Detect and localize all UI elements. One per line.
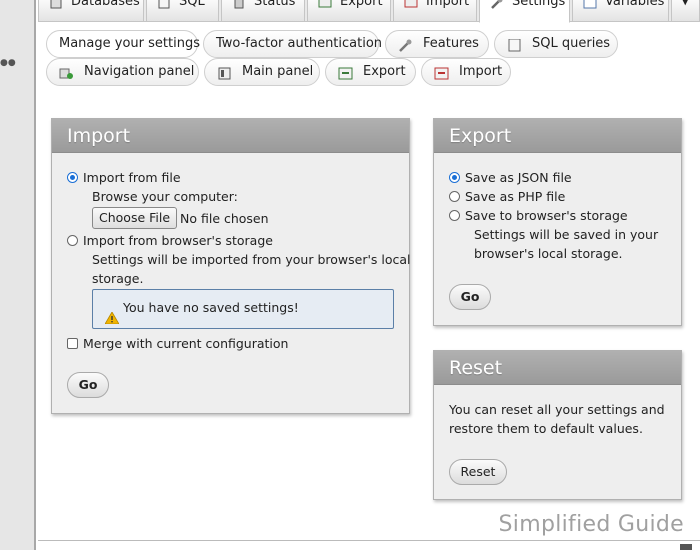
reset-button[interactable]: Reset — [449, 459, 507, 485]
browse-label: Browse your computer: — [92, 189, 238, 204]
save-storage-radio[interactable] — [449, 210, 460, 221]
sql-icon — [157, 0, 173, 9]
subtab-main-panel[interactable]: Main panel — [204, 58, 320, 86]
tab-import[interactable]: Import — [393, 0, 477, 22]
subtab-label: Export — [363, 64, 406, 79]
subtab-navigation-panel[interactable]: Navigation panel — [46, 58, 199, 86]
storage-desc-line2: storage. — [92, 271, 144, 286]
save-php-label: Save as PHP file — [465, 189, 566, 204]
export-icon — [338, 64, 353, 80]
more-tabs-button[interactable]: ▼ — [671, 0, 700, 22]
no-file-label: No file chosen — [180, 211, 269, 226]
tab-settings[interactable]: Settings — [479, 0, 570, 23]
storage-desc-line1: Settings will be imported from your brow… — [92, 252, 411, 267]
import-from-file-option[interactable]: Import from file — [67, 170, 181, 185]
save-php-radio[interactable] — [449, 191, 460, 202]
tab-databases[interactable]: Databases — [38, 0, 144, 22]
subtab-label: Import — [459, 64, 503, 79]
subtab-sql-queries[interactable]: SQL queries — [494, 30, 618, 58]
export-panel: Export Save as JSON file Save as PHP fil… — [433, 118, 682, 326]
reset-desc-line1: You can reset all your settings and — [449, 402, 665, 417]
tab-status[interactable]: Status — [221, 0, 305, 22]
wrench-icon — [490, 0, 506, 9]
main-panel-icon — [217, 64, 232, 80]
subtab-export[interactable]: Export — [325, 58, 416, 86]
import-from-file-label: Import from file — [83, 170, 181, 185]
reset-panel-title: Reset — [434, 351, 681, 385]
collapse-handle-icon[interactable]: ●● — [0, 59, 16, 68]
export-desc-line1: Settings will be saved in your — [474, 227, 659, 242]
subtab-label: Features — [423, 36, 479, 51]
import-icon — [404, 0, 420, 9]
database-icon — [49, 0, 65, 9]
export-go-button[interactable]: Go — [449, 284, 491, 310]
import-icon — [434, 64, 449, 80]
subtab-label: Manage your settings — [59, 36, 200, 51]
wrench-icon — [398, 36, 413, 52]
subtab-import[interactable]: Import — [421, 58, 511, 86]
export-panel-title: Export — [434, 119, 681, 153]
status-icon — [232, 0, 248, 9]
import-from-storage-option[interactable]: Import from browser's storage — [67, 233, 273, 248]
save-json-radio[interactable] — [449, 172, 460, 183]
subtab-label: Main panel — [242, 64, 314, 79]
import-panel: Import Import from file Browse your comp… — [51, 118, 411, 414]
navigation-icon — [59, 64, 74, 79]
subtab-label: Navigation panel — [84, 64, 195, 79]
watermark: Simplified Guide — [498, 512, 684, 537]
tab-sql[interactable]: SQL — [146, 0, 219, 22]
subtab-features[interactable]: Features — [385, 30, 489, 58]
left-gutter: ●● — [0, 0, 36, 550]
export-desc-line2: browser's local storage. — [474, 246, 623, 261]
import-go-button[interactable]: Go — [67, 372, 109, 398]
merge-label: Merge with current configuration — [83, 336, 289, 351]
subtab-label: SQL queries — [532, 36, 611, 51]
console-toggle-icon[interactable] — [680, 544, 692, 550]
reset-panel: Reset You can reset all your settings an… — [433, 350, 682, 500]
sql-icon — [507, 36, 522, 52]
save-json-label: Save as JSON file — [465, 170, 572, 185]
no-saved-settings-notice: You have no saved settings! — [92, 289, 394, 329]
merge-checkbox[interactable] — [67, 338, 78, 349]
subtab-two-factor[interactable]: Two-factor authentication — [203, 30, 383, 58]
import-panel-title: Import — [52, 119, 409, 153]
notice-text: You have no saved settings! — [123, 300, 299, 315]
top-tab-bar: Databases SQL Status Export Import Setti… — [38, 0, 700, 23]
save-php-option[interactable]: Save as PHP file — [449, 189, 565, 204]
save-storage-option[interactable]: Save to browser's storage — [449, 208, 628, 223]
import-from-storage-radio[interactable] — [67, 235, 78, 246]
reset-desc-line2: restore them to default values. — [449, 421, 643, 436]
variables-icon — [583, 0, 599, 9]
bottom-divider — [38, 540, 700, 541]
import-from-file-radio[interactable] — [67, 172, 78, 183]
tab-variables[interactable]: Variables — [572, 0, 669, 22]
save-json-option[interactable]: Save as JSON file — [449, 170, 572, 185]
subtab-manage-settings[interactable]: Manage your settings — [46, 30, 200, 58]
export-icon — [318, 0, 334, 9]
choose-file-button[interactable]: Choose File — [92, 207, 178, 229]
subtab-label: Two-factor authentication — [216, 36, 383, 51]
tab-export[interactable]: Export — [307, 0, 391, 22]
merge-option[interactable]: Merge with current configuration — [67, 336, 288, 351]
import-from-storage-label: Import from browser's storage — [83, 233, 273, 248]
warning-icon — [104, 302, 120, 324]
save-storage-label: Save to browser's storage — [465, 208, 628, 223]
chevron-down-icon: ▼ — [681, 0, 690, 7]
